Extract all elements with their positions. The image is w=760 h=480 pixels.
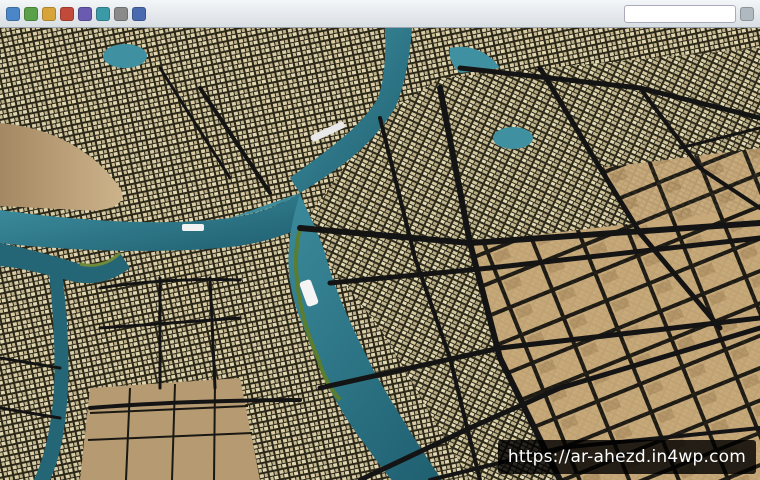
settings-icon[interactable] xyxy=(96,6,110,21)
fields-southwest xyxy=(80,378,260,480)
browser-toolbar xyxy=(0,0,760,28)
aerial-city-map xyxy=(0,28,760,480)
url-watermark-text: https://ar-ahezd.in4wp.com xyxy=(507,447,746,467)
toolbar-right xyxy=(624,4,754,23)
back-icon[interactable] xyxy=(6,6,20,21)
tools-icon[interactable] xyxy=(114,6,128,21)
bookmark-icon[interactable] xyxy=(78,6,92,21)
boat-west xyxy=(182,224,204,231)
home-icon[interactable] xyxy=(60,6,74,21)
menu-icon[interactable] xyxy=(740,6,754,21)
address-field[interactable] xyxy=(624,4,736,23)
forward-icon[interactable] xyxy=(24,6,38,21)
url-watermark: https://ar-ahezd.in4wp.com xyxy=(497,440,756,474)
reload-icon[interactable] xyxy=(42,6,56,21)
share-icon[interactable] xyxy=(132,6,146,21)
